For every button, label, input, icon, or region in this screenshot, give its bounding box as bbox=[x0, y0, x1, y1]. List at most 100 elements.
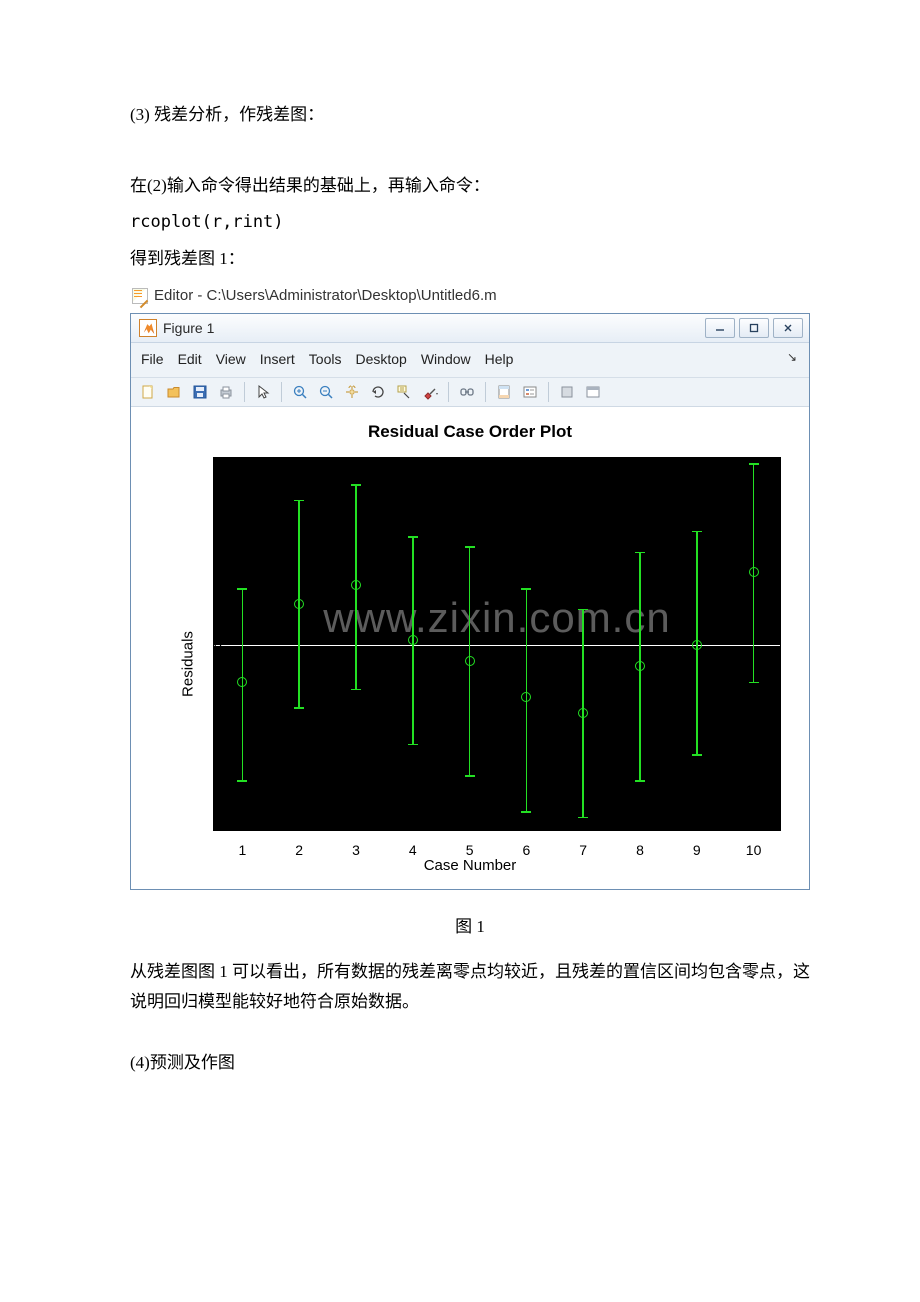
x-tick-label: 7 bbox=[579, 832, 587, 863]
error-cap-top bbox=[408, 536, 418, 538]
menu-file[interactable]: File bbox=[141, 347, 164, 372]
error-cap-bottom bbox=[294, 707, 304, 709]
plot-panel: Residual Case Order Plot Residuals Case … bbox=[131, 407, 809, 890]
x-tick-label: 3 bbox=[352, 832, 360, 863]
menubar: File Edit View Insert Tools Desktop Wind… bbox=[131, 343, 809, 377]
error-cap-bottom bbox=[408, 744, 418, 746]
link-icon[interactable] bbox=[456, 381, 478, 403]
error-cap-top bbox=[578, 609, 588, 611]
y-tick-label: -1.5 bbox=[214, 788, 220, 813]
pan-icon[interactable] bbox=[341, 381, 363, 403]
residual-point bbox=[635, 661, 645, 671]
x-tick-label: 9 bbox=[693, 832, 701, 863]
y-tick-label: -1 bbox=[214, 736, 220, 761]
x-tick-label: 4 bbox=[409, 832, 417, 863]
error-cap-top bbox=[237, 588, 247, 590]
menu-desktop[interactable]: Desktop bbox=[355, 347, 406, 372]
data-cursor-icon[interactable] bbox=[393, 381, 415, 403]
y-axis-label: Residuals bbox=[174, 631, 201, 697]
save-icon[interactable] bbox=[189, 381, 211, 403]
menu-window[interactable]: Window bbox=[421, 347, 471, 372]
menu-tools[interactable]: Tools bbox=[309, 347, 342, 372]
menu-edit[interactable]: Edit bbox=[178, 347, 202, 372]
toolbar-separator bbox=[281, 382, 282, 402]
zoom-in-icon[interactable] bbox=[289, 381, 311, 403]
hide-icon[interactable] bbox=[556, 381, 578, 403]
residual-point bbox=[521, 692, 531, 702]
error-cap-top bbox=[635, 552, 645, 554]
menu-view[interactable]: View bbox=[216, 347, 246, 372]
error-cap-bottom bbox=[692, 754, 702, 756]
figure-title: Figure 1 bbox=[163, 316, 214, 341]
pointer-icon[interactable] bbox=[252, 381, 274, 403]
plot-title: Residual Case Order Plot bbox=[139, 417, 801, 448]
editor-titlebar: Editor - C:\Users\Administrator\Desktop\… bbox=[130, 280, 810, 313]
rotate-icon[interactable] bbox=[367, 381, 389, 403]
editor-path: Editor - C:\Users\Administrator\Desktop\… bbox=[154, 282, 497, 309]
error-cap-bottom bbox=[635, 780, 645, 782]
y-tick-label: 0.5 bbox=[214, 581, 220, 606]
error-cap-bottom bbox=[351, 689, 361, 691]
toolbar-separator bbox=[548, 382, 549, 402]
window-controls bbox=[705, 318, 803, 338]
zoom-out-icon[interactable] bbox=[315, 381, 337, 403]
screenshot-container: Editor - C:\Users\Administrator\Desktop\… bbox=[130, 280, 810, 890]
close-button[interactable] bbox=[773, 318, 803, 338]
paragraph-got-fig: 得到残差图 1： bbox=[130, 244, 810, 275]
error-cap-bottom bbox=[465, 775, 475, 777]
y-tick-label: 1 bbox=[214, 529, 220, 554]
plot-stage: Residuals Case Number www.zixin.com.cn -… bbox=[139, 449, 801, 879]
residual-point bbox=[351, 580, 361, 590]
new-file-icon[interactable] bbox=[137, 381, 159, 403]
legend-icon[interactable] bbox=[519, 381, 541, 403]
error-cap-top bbox=[521, 588, 531, 590]
figure-caption: 图 1 bbox=[130, 912, 810, 943]
error-cap-top bbox=[465, 546, 475, 548]
toolbar-separator bbox=[448, 382, 449, 402]
code-rcoplot: rcoplot(r,rint) bbox=[130, 207, 810, 238]
x-tick-label: 8 bbox=[636, 832, 644, 863]
plot-axes: www.zixin.com.cn -1.5-1-0.500.511.512345… bbox=[213, 457, 781, 831]
editor-file-icon bbox=[132, 288, 148, 304]
matlab-logo-icon bbox=[139, 319, 157, 337]
colorbar-icon[interactable] bbox=[493, 381, 515, 403]
maximize-button[interactable] bbox=[739, 318, 769, 338]
paragraph-item4-title: (4)预测及作图 bbox=[130, 1048, 810, 1079]
print-icon[interactable] bbox=[215, 381, 237, 403]
x-tick-label: 6 bbox=[522, 832, 530, 863]
paragraph-precondition: 在(2)输入命令得出结果的基础上，再输入命令： bbox=[130, 171, 810, 202]
toolbar-separator bbox=[244, 382, 245, 402]
residual-point bbox=[578, 708, 588, 718]
residual-point bbox=[294, 599, 304, 609]
y-tick-label: -0.5 bbox=[214, 685, 220, 710]
error-cap-bottom bbox=[521, 811, 531, 813]
residual-point bbox=[692, 640, 702, 650]
menubar-overflow-icon[interactable]: ↘ bbox=[787, 347, 797, 372]
open-icon[interactable] bbox=[163, 381, 185, 403]
y-tick-label: 0 bbox=[214, 633, 220, 658]
dock-icon[interactable] bbox=[582, 381, 604, 403]
x-tick-label: 5 bbox=[466, 832, 474, 863]
document-page: (3) 残差分析，作残差图： 在(2)输入命令得出结果的基础上，再输入命令： r… bbox=[0, 0, 920, 1302]
residual-point bbox=[465, 656, 475, 666]
residual-point bbox=[237, 677, 247, 687]
brush-icon[interactable] bbox=[419, 381, 441, 403]
menu-help[interactable]: Help bbox=[485, 347, 514, 372]
y-tick-label: 1.5 bbox=[214, 477, 220, 502]
error-cap-bottom bbox=[749, 682, 759, 684]
toolbar bbox=[131, 378, 809, 407]
error-cap-top bbox=[692, 531, 702, 533]
error-cap-top bbox=[351, 484, 361, 486]
menu-insert[interactable]: Insert bbox=[260, 347, 295, 372]
residual-point bbox=[408, 635, 418, 645]
x-tick-label: 10 bbox=[746, 832, 762, 863]
minimize-button[interactable] bbox=[705, 318, 735, 338]
error-cap-top bbox=[294, 500, 304, 502]
figure-titlebar: Figure 1 bbox=[131, 314, 809, 343]
error-cap-top bbox=[749, 463, 759, 465]
x-tick-label: 1 bbox=[238, 832, 246, 863]
error-cap-bottom bbox=[237, 780, 247, 782]
residual-point bbox=[749, 567, 759, 577]
toolbar-separator bbox=[485, 382, 486, 402]
paragraph-analysis: 从残差图图 1 可以看出，所有数据的残差离零点均较近，且残差的置信区间均包含零点… bbox=[130, 957, 810, 1018]
